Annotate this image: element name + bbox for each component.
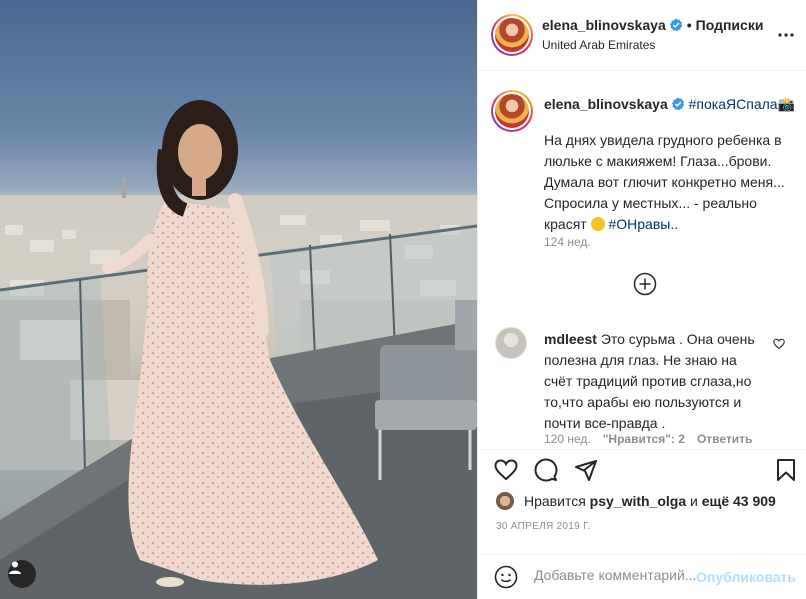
emoji-icon[interactable] <box>494 565 518 589</box>
commenter-avatar[interactable] <box>495 327 527 359</box>
post-actions: Нравится psy_with_olga и ещё 43 909 30 А… <box>478 449 806 599</box>
more-options-icon[interactable] <box>778 27 794 43</box>
verified-badge-icon <box>669 18 682 32</box>
comments-section[interactable]: elena_blinovskaya #покаЯСпала📸 На днях у… <box>478 72 806 449</box>
likes-connector: и <box>690 493 698 509</box>
heart-icon[interactable] <box>494 458 518 482</box>
post-date[interactable]: 30 АПРЕЛЯ 2019 Г. <box>496 521 591 532</box>
caption-hashtag-link[interactable]: #покаЯСпала📸 <box>689 96 795 112</box>
author-username[interactable]: elena_blinovskaya <box>542 17 666 33</box>
bookmark-icon[interactable] <box>774 458 798 482</box>
post-location[interactable]: United Arab Emirates <box>542 38 655 52</box>
likes-summary[interactable]: Нравится psy_with_olga и ещё 43 909 <box>496 492 776 510</box>
publish-button[interactable]: Опубликовать <box>696 569 796 585</box>
add-comment-bar: Опубликовать <box>478 554 806 599</box>
caption-hashtag2-link[interactable]: #ОНравы <box>608 216 670 232</box>
comment-icon[interactable] <box>534 458 558 482</box>
post-photo[interactable] <box>0 0 477 599</box>
verified-badge-icon <box>671 97 684 111</box>
comment-likes-count[interactable]: "Нравится": 2 <box>603 432 685 446</box>
comment-input[interactable] <box>534 567 704 583</box>
caption-timestamp[interactable]: 124 нед. <box>544 235 591 249</box>
post-header: elena_blinovskaya • Подписки United Arab … <box>478 0 806 71</box>
caption-ellipsis: .. <box>670 216 679 232</box>
liker-username[interactable]: psy_with_olga <box>590 493 686 509</box>
separator-dot: • <box>686 17 692 33</box>
following-button[interactable]: Подписки <box>696 17 764 33</box>
likes-count[interactable]: ещё 43 909 <box>702 493 776 509</box>
caption-author-username[interactable]: elena_blinovskaya <box>544 96 668 112</box>
likes-prefix: Нравится <box>524 493 586 509</box>
liker-avatar[interactable] <box>496 492 514 510</box>
comment-like-heart-icon[interactable] <box>773 338 785 350</box>
post-details-panel: elena_blinovskaya • Подписки United Arab … <box>477 0 806 599</box>
photo-scene <box>0 100 477 599</box>
commenter-username[interactable]: mdleest <box>544 331 597 347</box>
smiling-face-emoji <box>590 217 605 231</box>
user-tag-button[interactable] <box>8 560 36 588</box>
user-tag-icon <box>9 561 21 574</box>
load-more-comments-icon[interactable] <box>633 272 657 296</box>
caption-text: На днях увидела грудного ребенка в люльк… <box>544 130 790 235</box>
comment-text: mdleest Это сурьма . Она очень полезна д… <box>544 329 766 434</box>
comment-reply-button[interactable]: Ответить <box>697 432 752 446</box>
share-icon[interactable] <box>574 458 598 482</box>
comment-timestamp[interactable]: 120 нед. <box>544 432 591 446</box>
author-avatar[interactable] <box>491 14 533 56</box>
comment-meta: 120 нед. "Нравится": 2 Ответить <box>544 432 764 446</box>
caption-author-avatar[interactable] <box>491 90 533 132</box>
